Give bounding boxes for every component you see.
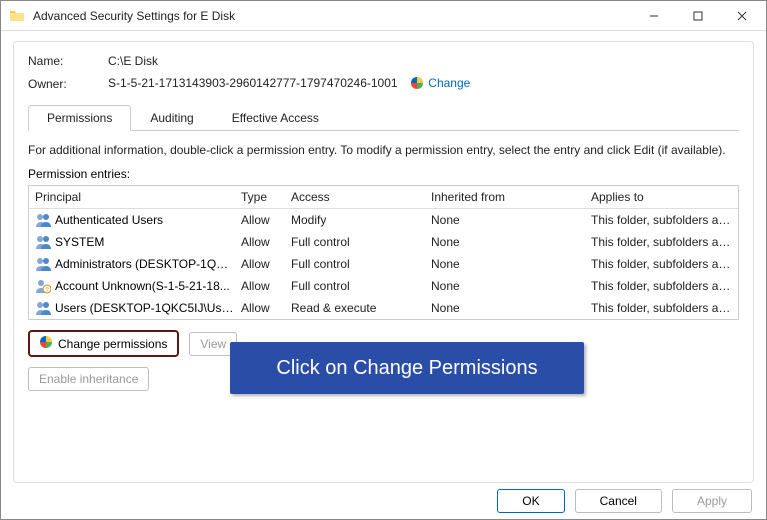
maximize-button[interactable] <box>676 2 720 30</box>
principal-icon: ? <box>35 278 51 294</box>
minimize-button[interactable] <box>632 2 676 30</box>
shield-icon <box>40 336 52 351</box>
titlebar: Advanced Security Settings for E Disk <box>1 1 766 31</box>
dialog-footer: OK Cancel Apply <box>13 483 754 513</box>
tabs: Permissions Auditing Effective Access <box>28 104 739 131</box>
principal-icon <box>35 234 51 250</box>
cell-principal: Users (DESKTOP-1QKC5IJ\Users) <box>55 301 235 315</box>
shield-icon <box>411 77 423 92</box>
tab-auditing[interactable]: Auditing <box>131 105 212 131</box>
col-principal[interactable]: Principal <box>29 186 235 208</box>
change-permissions-button[interactable]: Change permissions <box>28 330 179 357</box>
cell-access: Full control <box>285 233 425 251</box>
cell-inherited: None <box>425 255 585 273</box>
principal-icon <box>35 256 51 272</box>
grid-header: Principal Type Access Inherited from App… <box>29 186 738 209</box>
cell-type: Allow <box>235 211 285 229</box>
window-title: Advanced Security Settings for E Disk <box>33 9 632 23</box>
cell-inherited: None <box>425 233 585 251</box>
col-access[interactable]: Access <box>285 186 425 208</box>
cell-access: Full control <box>285 277 425 295</box>
cell-principal: Administrators (DESKTOP-1QKC... <box>55 257 235 271</box>
window: Advanced Security Settings for E Disk Na… <box>0 0 767 520</box>
cell-type: Allow <box>235 277 285 295</box>
cell-applies: This folder, subfolders and files <box>585 299 738 317</box>
tab-effective-access[interactable]: Effective Access <box>213 105 338 131</box>
cell-type: Allow <box>235 299 285 317</box>
name-row: Name: C:\E Disk <box>28 54 739 68</box>
view-button[interactable]: View <box>189 332 237 356</box>
cell-principal: SYSTEM <box>55 235 104 249</box>
table-row[interactable]: Authenticated Users AllowModifyNoneThis f… <box>29 209 738 231</box>
apply-button[interactable]: Apply <box>672 489 752 513</box>
tab-permissions[interactable]: Permissions <box>28 105 131 131</box>
cell-applies: This folder, subfolders and files <box>585 233 738 251</box>
cell-applies: This folder, subfolders and files <box>585 255 738 273</box>
entries-label: Permission entries: <box>28 167 739 181</box>
owner-sid: S-1-5-21-1713143903-2960142777-179747024… <box>108 76 398 90</box>
cancel-button[interactable]: Cancel <box>575 489 662 513</box>
cell-access: Modify <box>285 211 425 229</box>
enable-inheritance-button[interactable]: Enable inheritance <box>28 367 149 391</box>
principal-icon <box>35 300 51 316</box>
permission-buttons: Change permissions View <box>28 330 739 357</box>
change-owner-link[interactable]: Change <box>428 76 470 90</box>
col-type[interactable]: Type <box>235 186 285 208</box>
cell-type: Allow <box>235 233 285 251</box>
folder-icon <box>9 8 25 24</box>
cell-inherited: None <box>425 277 585 295</box>
cell-type: Allow <box>235 255 285 273</box>
col-applies[interactable]: Applies to <box>585 186 738 208</box>
name-label: Name: <box>28 54 108 68</box>
ok-button[interactable]: OK <box>497 489 564 513</box>
table-row[interactable]: ? Account Unknown(S-1-5-21-18... AllowFull… <box>29 275 738 297</box>
name-value: C:\E Disk <box>108 54 158 68</box>
table-row[interactable]: SYSTEM AllowFull controlNoneThis folder, … <box>29 231 738 253</box>
inner-panel: Name: C:\E Disk Owner: S-1-5-21-17131439… <box>13 41 754 483</box>
cell-inherited: None <box>425 299 585 317</box>
close-button[interactable] <box>720 2 764 30</box>
owner-value: S-1-5-21-1713143903-2960142777-179747024… <box>108 76 470 92</box>
cell-access: Read & execute <box>285 299 425 317</box>
cell-principal: Account Unknown(S-1-5-21-18... <box>55 279 230 293</box>
info-text: For additional information, double-click… <box>28 143 739 157</box>
cell-principal: Authenticated Users <box>55 213 163 227</box>
grid-body: Authenticated UsersAllowModifyNoneThis f… <box>29 209 738 319</box>
cell-access: Full control <box>285 255 425 273</box>
owner-label: Owner: <box>28 77 108 91</box>
cell-applies: This folder, subfolders and files <box>585 277 738 295</box>
inheritance-buttons: Enable inheritance <box>28 367 739 391</box>
permissions-grid: Principal Type Access Inherited from App… <box>28 185 739 320</box>
principal-icon <box>35 212 51 228</box>
change-permissions-label: Change permissions <box>58 337 167 351</box>
cell-applies: This folder, subfolders and files <box>585 211 738 229</box>
col-inherited[interactable]: Inherited from <box>425 186 585 208</box>
cell-inherited: None <box>425 211 585 229</box>
table-row[interactable]: Users (DESKTOP-1QKC5IJ\Users)AllowRead &… <box>29 297 738 319</box>
table-row[interactable]: Administrators (DESKTOP-1QKC...AllowFull… <box>29 253 738 275</box>
owner-row: Owner: S-1-5-21-1713143903-2960142777-17… <box>28 76 739 92</box>
client-area: Name: C:\E Disk Owner: S-1-5-21-17131439… <box>1 31 766 519</box>
